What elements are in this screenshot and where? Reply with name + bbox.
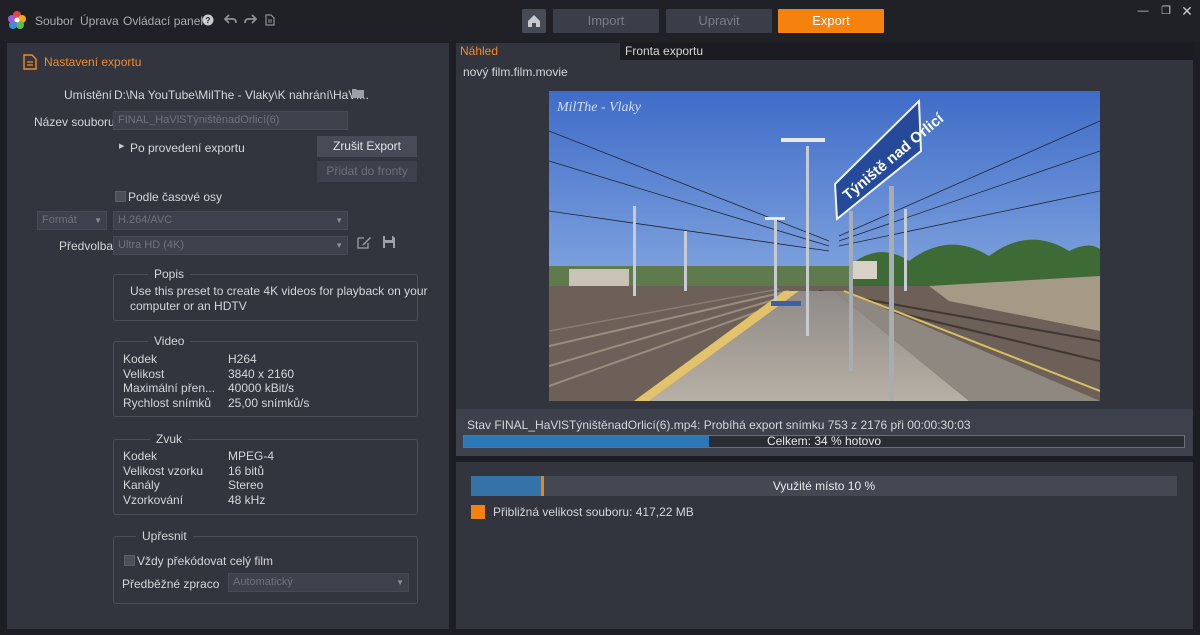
video-size-label: Velikost: [123, 367, 165, 381]
edit-button[interactable]: Upravit: [666, 9, 772, 33]
audio-group: Zvuk Kodek MPEG-4 Velikost vzorku 16 bit…: [113, 432, 418, 515]
video-bitrate-value: 40000 kBit/s: [228, 381, 295, 395]
video-framerate-label: Rychlost snímků: [123, 396, 212, 410]
preview-panel: nový film.film.movie Týniště nad Orlicí …: [456, 60, 1193, 456]
audio-samplesize-value: 16 bitů: [228, 464, 265, 478]
folder-icon[interactable]: [352, 87, 364, 101]
svg-text:?: ?: [206, 16, 211, 25]
timeline-checkbox-label: Podle časové osy: [128, 190, 223, 204]
prerender-value: Automatický: [233, 576, 293, 588]
description-text-line1: Use this preset to create 4K videos for …: [130, 284, 428, 298]
import-button[interactable]: Import: [553, 9, 659, 33]
video-preview: Týniště nad Orlicí MilThe - Vlaky: [549, 91, 1100, 401]
watermark-text: MilThe - Vlaky: [556, 100, 642, 115]
video-size-value: 3840 x 2160: [228, 367, 295, 381]
tab-preview[interactable]: Náhled: [456, 43, 620, 60]
restore-icon[interactable]: ❐: [1159, 4, 1173, 18]
preset-label: Předvolba: [59, 239, 114, 253]
description-text-line2: computer or an HDTV: [130, 299, 247, 313]
export-button[interactable]: Export: [778, 9, 884, 33]
audio-channels-value: Stereo: [228, 478, 264, 492]
refine-title: Upřesnit: [136, 529, 193, 543]
location-label: Umístění: [64, 88, 113, 102]
chevron-down-icon: ▼: [335, 241, 343, 250]
audio-channels-label: Kanály: [123, 478, 160, 492]
audio-title: Zvuk: [150, 432, 189, 446]
codec-dropdown[interactable]: H.264/AVC ▼: [113, 211, 348, 230]
description-group: Popis Use this preset to create 4K video…: [113, 267, 428, 321]
description-title: Popis: [148, 267, 191, 281]
movie-file-title: nový film.film.movie: [463, 65, 568, 79]
tab-export-queue[interactable]: Fronta exportu: [621, 43, 1193, 60]
add-to-queue-button[interactable]: Přidat do fronty: [317, 161, 417, 182]
video-codec-label: Kodek: [123, 352, 158, 366]
always-recode-checkbox[interactable]: [124, 555, 135, 566]
home-icon: [528, 15, 540, 27]
undo-icon[interactable]: [223, 12, 237, 28]
chevron-down-icon: ▼: [396, 578, 404, 587]
refine-group: Upřesnit Vždy překódovat celý film Předb…: [113, 529, 418, 604]
export-status-bar: Stav FINAL_HaVlSTýništěnadOrlicí(6).mp4:…: [456, 409, 1193, 456]
video-title: Video: [148, 334, 191, 348]
export-progress-bar: Celkem: 34 % hotovo: [463, 435, 1185, 448]
chevron-down-icon: ▼: [335, 216, 343, 225]
timeline-checkbox[interactable]: [115, 191, 126, 202]
video-group: Video Kodek H264 Velikost 3840 x 2160 Ma…: [113, 334, 418, 417]
expand-arrow-icon[interactable]: ▶: [119, 142, 124, 150]
file-size-legend-swatch: [471, 505, 485, 519]
close-icon[interactable]: ✕: [1180, 4, 1194, 18]
title-bar: Soubor Úprava Ovládací panel ? Import Up…: [0, 0, 1200, 42]
export-document-icon: [23, 54, 37, 70]
app-logo-icon: [8, 11, 26, 29]
export-status-text: Stav FINAL_HaVlSTýništěnadOrlicí(6).mp4:…: [467, 418, 971, 432]
prerender-label: Předběžné zpraco: [122, 577, 220, 591]
preview-image: Týniště nad Orlicí MilThe - Vlaky: [549, 91, 1100, 401]
export-settings-title: Nastavení exportu: [44, 55, 142, 69]
file-size-label: Přibližná velikost souboru: 417,22 MB: [493, 505, 694, 519]
help-icon[interactable]: ?: [201, 12, 215, 28]
prerender-dropdown[interactable]: Automatický ▼: [228, 573, 409, 592]
audio-samplerate-label: Vzorkování: [123, 493, 184, 507]
audio-codec-value: MPEG-4: [228, 449, 275, 463]
audio-codec-label: Kodek: [123, 449, 158, 463]
filename-label: Název souboru: [34, 115, 115, 129]
audio-samplerate-value: 48 kHz: [228, 493, 266, 507]
preset-dropdown[interactable]: Ultra HD (4K) ▼: [113, 236, 348, 255]
format-dropdown[interactable]: Formát ▼: [37, 211, 107, 230]
menu-file[interactable]: Soubor: [35, 14, 74, 28]
format-label: Formát: [42, 214, 77, 226]
codec-value: H.264/AVC: [118, 214, 173, 226]
location-value: D:\Na YouTube\MilThe - Vlaky\K nahrání\H…: [114, 88, 370, 102]
always-recode-label: Vždy překódovat celý film: [137, 554, 274, 568]
save-preset-icon[interactable]: [382, 235, 396, 252]
cancel-export-button[interactable]: Zrušit Export: [317, 136, 417, 157]
document-icon[interactable]: [263, 12, 277, 28]
redo-icon[interactable]: [243, 12, 257, 28]
filename-input[interactable]: FINAL_HaVlSTýništěnadOrlicí(6): [113, 111, 348, 130]
after-export-label[interactable]: Po provedení exportu: [130, 141, 245, 155]
preset-value: Ultra HD (4K): [118, 239, 185, 251]
audio-samplesize-label: Velikost vzorku: [123, 464, 204, 478]
export-settings-panel: Nastavení exportu Umístění D:\Na YouTube…: [7, 43, 449, 629]
home-button[interactable]: [522, 9, 546, 33]
export-progress-label: Celkem: 34 % hotovo: [766, 434, 882, 448]
disk-usage-label: Využité místo 10 %: [772, 479, 876, 493]
video-codec-value: H264: [228, 352, 257, 366]
video-bitrate-label: Maximální přen...: [123, 381, 216, 395]
minimize-icon[interactable]: —: [1136, 4, 1150, 18]
edit-preset-icon[interactable]: [357, 235, 372, 252]
video-framerate-value: 25,00 snímků/s: [228, 396, 310, 410]
menu-control-panel[interactable]: Ovládací panel: [123, 14, 203, 28]
chevron-down-icon: ▼: [94, 216, 102, 225]
disk-usage-panel: Využité místo 10 % Přibližná velikost so…: [456, 462, 1193, 629]
menu-edit[interactable]: Úprava: [80, 14, 119, 28]
disk-usage-bar: Využité místo 10 %: [471, 476, 1177, 496]
